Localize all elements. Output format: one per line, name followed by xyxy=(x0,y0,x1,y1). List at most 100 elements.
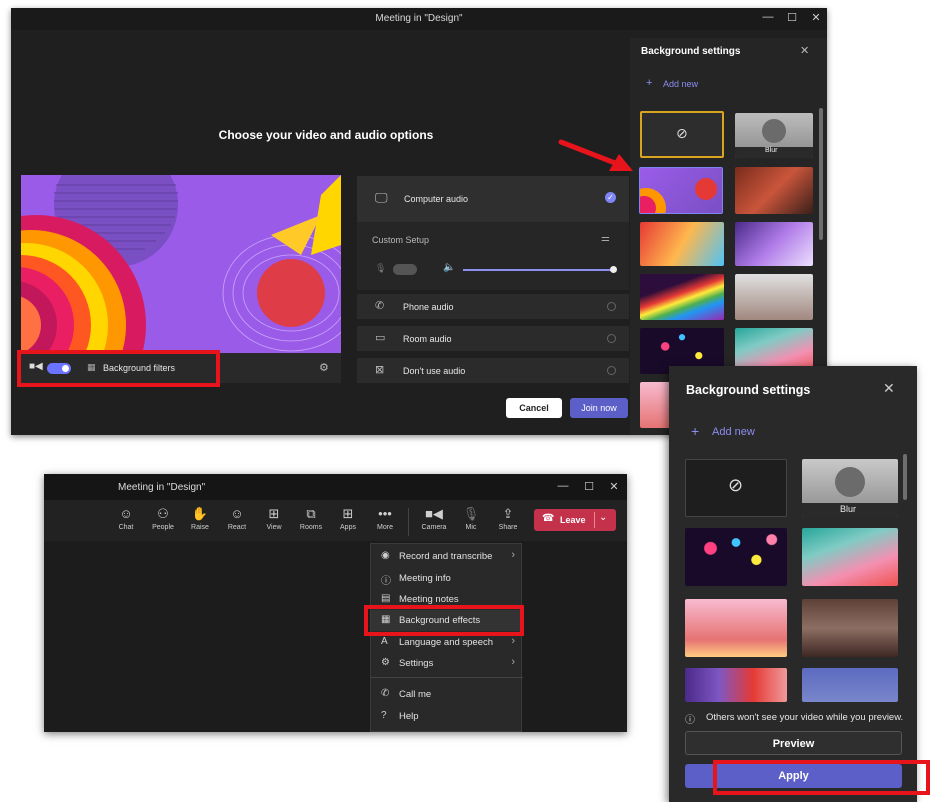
more-button[interactable]: ••• More xyxy=(367,506,403,531)
background-thumb-6[interactable] xyxy=(802,668,898,702)
phone-audio-option[interactable]: ✆ Phone audio xyxy=(357,294,629,319)
meeting-window: Meeting in "Design" — ☐ ✕ ☺ Chat ⚇ People … xyxy=(44,474,627,732)
plus-icon[interactable]: + xyxy=(691,423,699,439)
mic-button[interactable]: 🎙 Mic xyxy=(453,506,489,531)
window-title: Meeting in "Design" xyxy=(375,13,463,24)
panel-scrollbar[interactable] xyxy=(819,108,823,240)
blur-label: Blur xyxy=(840,504,857,514)
maximize-icon[interactable]: ☐ xyxy=(785,11,799,24)
no-audio-radio[interactable] xyxy=(607,366,616,375)
volume-slider[interactable] xyxy=(463,269,615,271)
menu-item-help[interactable]: ? Help xyxy=(371,706,523,727)
window-title: Meeting in "Design" xyxy=(118,482,206,493)
background-thumb-4[interactable] xyxy=(735,222,813,266)
custom-setup-section: Custom Setup ⚌ 🎙 🔈 xyxy=(357,222,629,290)
hand-icon: ✋ xyxy=(191,506,209,521)
volume-handle[interactable] xyxy=(610,266,617,273)
people-icon: ⚇ xyxy=(157,506,169,521)
device-settings-icon[interactable]: ⚙ xyxy=(319,361,329,374)
leave-button[interactable]: ☎ Leave ⌄ xyxy=(534,509,616,531)
preview-button[interactable]: Preview xyxy=(685,731,902,755)
panel-scrollbar[interactable] xyxy=(903,454,907,500)
maximize-icon[interactable]: ☐ xyxy=(582,480,596,493)
add-new-link[interactable]: Add new xyxy=(663,79,698,89)
none-icon: ⊘ xyxy=(728,475,744,495)
highlight-background-effects xyxy=(364,605,524,636)
plus-icon[interactable]: + xyxy=(646,77,652,89)
background-thumb-1[interactable] xyxy=(685,528,787,586)
add-new-link[interactable]: Add new xyxy=(712,426,755,438)
none-icon: ⊘ xyxy=(676,125,688,141)
chevron-down-icon[interactable]: ⌄ xyxy=(599,512,607,523)
apps-button[interactable]: ⊞ Apps xyxy=(330,506,366,531)
page-title: Choose your video and audio options xyxy=(218,128,434,142)
menu-item-call-me[interactable]: ✆ Call me xyxy=(371,684,523,705)
more-menu: ◉ Record and transcribe › ⓘ Meeting info ▤ M… xyxy=(370,543,523,732)
record-icon: ◉ xyxy=(381,550,390,561)
rooms-icon: ⧉ xyxy=(306,506,316,521)
speaker-icon: 🔈 xyxy=(443,262,456,273)
mic-off-icon: 🎙 xyxy=(375,263,387,273)
red-arrow-icon xyxy=(558,139,633,171)
background-thumb-3[interactable] xyxy=(685,599,787,657)
background-thumb-2[interactable] xyxy=(802,528,898,586)
computer-audio-option[interactable]: 🖵 Computer audio ✓ xyxy=(357,176,629,222)
mic-toggle[interactable] xyxy=(393,264,417,275)
camera-button[interactable]: ■◀ Camera xyxy=(416,506,452,531)
close-icon[interactable]: ✕ xyxy=(607,480,621,493)
computer-audio-label: Computer audio xyxy=(404,194,469,204)
share-icon: ⇪ xyxy=(502,506,514,521)
apps-icon: ⊞ xyxy=(342,506,354,521)
chevron-right-icon: › xyxy=(511,635,515,647)
react-button[interactable]: ☺ React xyxy=(219,506,255,531)
highlight-background-filters xyxy=(17,350,220,387)
join-now-button[interactable]: Join now xyxy=(570,398,628,418)
background-thumb-5[interactable] xyxy=(640,274,724,320)
no-background-thumb[interactable]: ⊘ xyxy=(685,459,787,517)
view-button[interactable]: ⊞ View xyxy=(256,506,292,531)
gear-icon: ⚙ xyxy=(381,657,390,668)
background-thumb-6[interactable] xyxy=(735,274,813,320)
background-thumb-1[interactable] xyxy=(639,167,723,214)
no-audio-icon: ⊠ xyxy=(375,364,385,376)
leave-label: Leave xyxy=(560,515,586,525)
room-audio-option[interactable]: ▭ Room audio xyxy=(357,326,629,351)
more-icon: ••• xyxy=(378,506,392,521)
chat-button[interactable]: ☺ Chat xyxy=(108,506,144,531)
blur-thumb[interactable]: Blur xyxy=(802,459,898,517)
room-audio-label: Room audio xyxy=(403,334,452,344)
room-audio-radio[interactable] xyxy=(607,334,616,343)
minimize-icon[interactable]: — xyxy=(556,480,570,492)
notes-icon: ▤ xyxy=(381,593,391,604)
phone-audio-radio[interactable] xyxy=(607,302,616,311)
blur-thumb[interactable]: Blur xyxy=(735,113,813,158)
close-icon[interactable]: ✕ xyxy=(883,380,895,397)
phone-hangup-icon: ☎ xyxy=(542,513,555,524)
menu-item-record[interactable]: ◉ Record and transcribe › xyxy=(371,546,523,567)
close-icon[interactable]: ✕ xyxy=(809,11,823,24)
computer-audio-icon: 🖵 xyxy=(375,190,388,205)
camera-icon: ■◀ xyxy=(425,506,443,521)
chat-icon: ☺ xyxy=(119,506,133,521)
background-thumb-5[interactable] xyxy=(685,668,787,702)
audio-settings-icon[interactable]: ⚌ xyxy=(601,233,610,244)
background-thumb-3[interactable] xyxy=(640,222,724,266)
menu-item-meeting-info[interactable]: ⓘ Meeting info xyxy=(371,568,523,589)
rooms-button[interactable]: ⧉ Rooms xyxy=(293,506,329,531)
preview-notice: Others won't see your video while you pr… xyxy=(706,712,904,723)
background-settings-panel-large: Background settings ✕ + Add new ⊘ Blur ⓘ… xyxy=(669,366,917,802)
background-thumb-4[interactable] xyxy=(802,599,898,657)
people-button[interactable]: ⚇ People xyxy=(145,506,181,531)
emoji-icon: ☺ xyxy=(230,506,244,521)
panel-title: Background settings xyxy=(641,46,741,57)
close-icon[interactable]: ✕ xyxy=(800,44,809,57)
video-preview xyxy=(21,175,341,353)
cancel-button[interactable]: Cancel xyxy=(506,398,562,418)
minimize-icon[interactable]: — xyxy=(761,11,775,23)
background-thumb-2[interactable] xyxy=(735,167,813,214)
share-button[interactable]: ⇪ Share xyxy=(490,506,526,531)
menu-item-settings[interactable]: ⚙ Settings › xyxy=(371,653,523,674)
no-background-thumb[interactable]: ⊘ xyxy=(640,111,724,158)
no-audio-option[interactable]: ⊠ Don't use audio xyxy=(357,358,629,383)
raise-hand-button[interactable]: ✋ Raise xyxy=(182,506,218,531)
